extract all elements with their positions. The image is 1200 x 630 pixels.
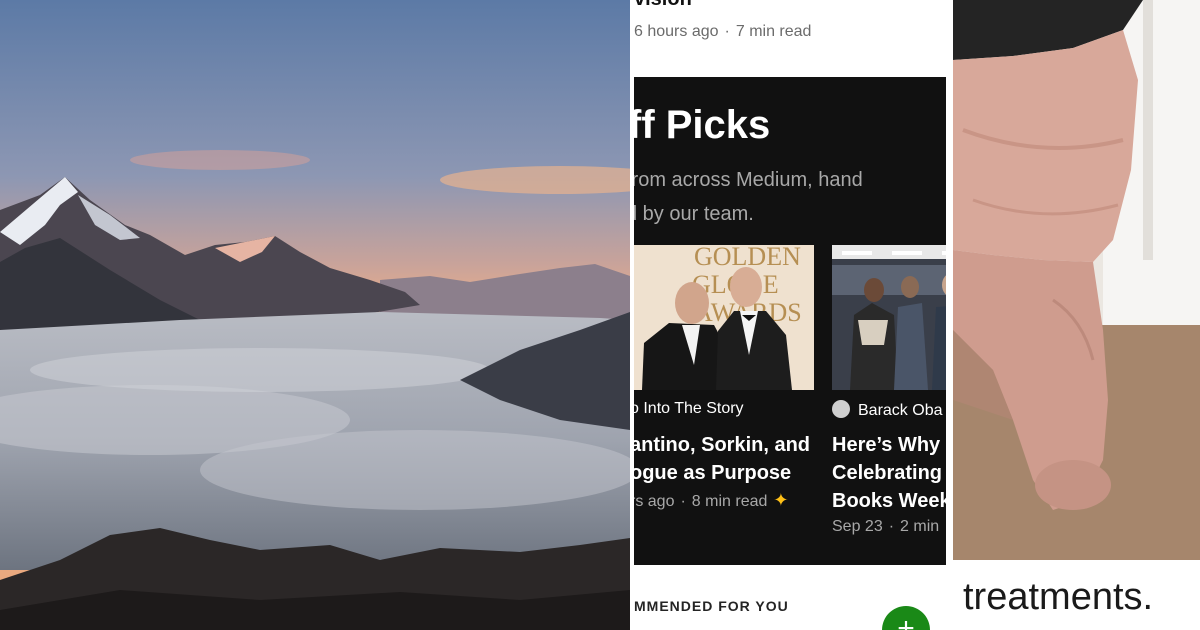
pick-author[interactable]: o Into The Story — [634, 400, 744, 418]
article-read-time: 7 min read — [735, 23, 812, 40]
article-meta: 6 hours ago · 7 min read — [634, 23, 811, 41]
bookstore-crowd-photo[interactable] — [832, 245, 946, 390]
golden-globes-photo[interactable]: GOLDEN GLOBE AWARDS — [634, 245, 814, 390]
staff-picks-title: ff Picks — [634, 103, 771, 147]
pick-headline-line: ogue as Purpose — [634, 462, 792, 484]
meta-separator: · — [724, 23, 730, 40]
recommended-section-label: MMENDED FOR YOU — [634, 598, 789, 614]
staff-picks-description: from across Medium, hand d by our team. — [634, 163, 926, 231]
pick-read-time: 2 min — [900, 518, 940, 535]
pick-read-time: 8 min read — [691, 493, 768, 510]
pick-time: Sep 23 — [832, 518, 883, 535]
article-title[interactable]: vision — [634, 0, 692, 11]
pick-meta: Sep 23 · 2 min — [832, 518, 939, 536]
image-caption: treatments. — [963, 576, 1154, 618]
author-avatar[interactable] — [832, 400, 850, 418]
staff-pick-item[interactable]: GOLDEN GLOBE AWARDS o Into The Story ant… — [634, 245, 814, 510]
pick-headline[interactable]: antino, Sorkin, and ogue as Purpose — [634, 431, 810, 487]
staff-picks-description-line: d by our team. — [634, 203, 754, 225]
mountain-landscape-photo — [0, 0, 630, 630]
pick-author-name: Barack Oba — [858, 402, 943, 419]
pick-headline-line: Here’s Why I — [832, 434, 946, 456]
pick-time: rs ago — [634, 493, 675, 510]
staff-picks-card: ff Picks from across Medium, hand d by o… — [634, 77, 946, 565]
meta-separator: · — [888, 518, 895, 535]
write-fab-button[interactable]: + — [882, 606, 930, 630]
pick-meta: rs ago · 8 min read ✦ — [634, 490, 788, 511]
article-time: 6 hours ago — [634, 23, 719, 40]
pick-author[interactable]: Barack Oba — [832, 400, 942, 420]
pick-headline-line: Celebrating — [832, 462, 943, 484]
staff-picks-description-line: from across Medium, hand — [634, 169, 863, 191]
pick-headline-line: Books Week — [832, 490, 946, 512]
swollen-leg-photo — [953, 0, 1200, 560]
member-star-icon: ✦ — [773, 490, 789, 510]
staff-pick-item[interactable]: Barack Oba Here’s Why I Celebrating Book… — [832, 245, 946, 535]
meta-separator: · — [680, 493, 686, 510]
pick-headline[interactable]: Here’s Why I Celebrating Books Week — [832, 431, 946, 515]
medium-app-screenshot: vision 6 hours ago · 7 min read ff Picks f… — [630, 0, 953, 630]
pick-headline-line: antino, Sorkin, and — [634, 434, 811, 456]
